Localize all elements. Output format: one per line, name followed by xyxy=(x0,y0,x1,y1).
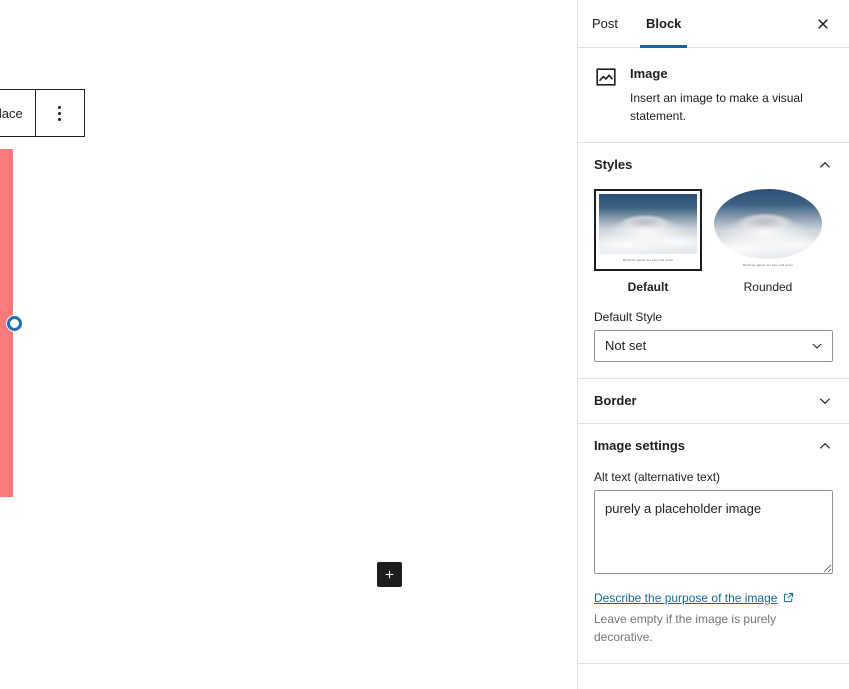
panel-image-settings: Image settings Alt text (alternative tex… xyxy=(578,424,849,664)
style-preview-default: Mountain appear not easy and arrive xyxy=(594,188,702,271)
resize-handle-icon[interactable] xyxy=(7,316,22,331)
style-thumbnail-caption-rounded: Mountain appear not easy and arrive xyxy=(742,262,794,267)
default-style-select[interactable]: Not set xyxy=(594,329,833,362)
default-style-label: Default Style xyxy=(594,309,663,324)
style-option-rounded[interactable]: Mountain appear not easy and arrive Roun… xyxy=(714,188,822,294)
chevron-up-icon xyxy=(820,161,830,168)
block-options-button[interactable] xyxy=(36,90,84,136)
block-toolbar: Replace xyxy=(0,89,85,137)
panel-border-toggle[interactable]: Border xyxy=(578,379,849,423)
panel-image-settings-title: Image settings xyxy=(594,438,686,454)
block-card: Image Insert an image to make a visual s… xyxy=(578,48,849,143)
close-icon xyxy=(818,18,828,29)
style-option-default-label: Default xyxy=(627,279,669,294)
plus-icon xyxy=(385,570,394,579)
default-style-select-wrap: Not set xyxy=(594,329,833,362)
image-icon xyxy=(594,65,618,89)
sidebar-body: Image Insert an image to make a visual s… xyxy=(578,48,849,689)
editor-canvas: Replace xyxy=(0,0,577,689)
replace-button[interactable]: Replace xyxy=(0,90,35,136)
style-thumbnail-image-rounded xyxy=(714,188,822,259)
style-variation-grid: Mountain appear not easy and arrive Defa… xyxy=(594,188,833,294)
block-settings-sidebar: Post Block Image Insert an image to make… xyxy=(577,0,849,689)
panel-border-title: Border xyxy=(594,393,637,409)
block-inserter-button[interactable] xyxy=(377,562,402,587)
panel-styles-title: Styles xyxy=(594,157,633,173)
editor-root: Replace Post Block xyxy=(0,0,849,689)
close-sidebar-button[interactable] xyxy=(805,6,841,42)
block-card-title: Image xyxy=(630,66,668,81)
style-preview-rounded: Mountain appear not easy and arrive xyxy=(714,188,822,271)
describe-image-link[interactable]: Describe the purpose of the image xyxy=(594,591,795,605)
external-link-icon xyxy=(784,593,794,603)
style-thumbnail-caption: Mountain appear not easy and arrive xyxy=(622,257,674,262)
style-thumbnail-image xyxy=(599,193,697,254)
panel-styles-toggle[interactable]: Styles xyxy=(578,143,849,187)
sidebar-tabs: Post Block xyxy=(578,0,849,48)
alt-text-input[interactable] xyxy=(594,489,833,574)
chevron-down-icon xyxy=(820,398,830,404)
panel-image-settings-toggle[interactable]: Image settings xyxy=(578,424,849,468)
block-card-description: Insert an image to make a visual stateme… xyxy=(630,90,803,124)
vertical-dots-icon xyxy=(58,105,62,121)
panel-styles-body: Mountain appear not easy and arrive Defa… xyxy=(578,188,849,378)
chevron-up-icon xyxy=(820,442,830,449)
tab-block[interactable]: Block xyxy=(632,0,695,48)
alt-text-help: Leave empty if the image is purely decor… xyxy=(594,611,777,645)
style-option-default[interactable]: Mountain appear not easy and arrive Defa… xyxy=(594,188,702,294)
describe-image-link-text: Describe the purpose of the image xyxy=(594,590,778,605)
alt-text-label: Alt text (alternative text) xyxy=(594,469,721,484)
panel-styles: Styles Mountain appear not easy and arri… xyxy=(578,143,849,379)
panel-image-settings-body: Alt text (alternative text) Describe the… xyxy=(578,470,849,663)
tab-post[interactable]: Post xyxy=(578,0,632,47)
style-option-rounded-label: Rounded xyxy=(743,279,793,294)
panel-border: Border xyxy=(578,379,849,424)
